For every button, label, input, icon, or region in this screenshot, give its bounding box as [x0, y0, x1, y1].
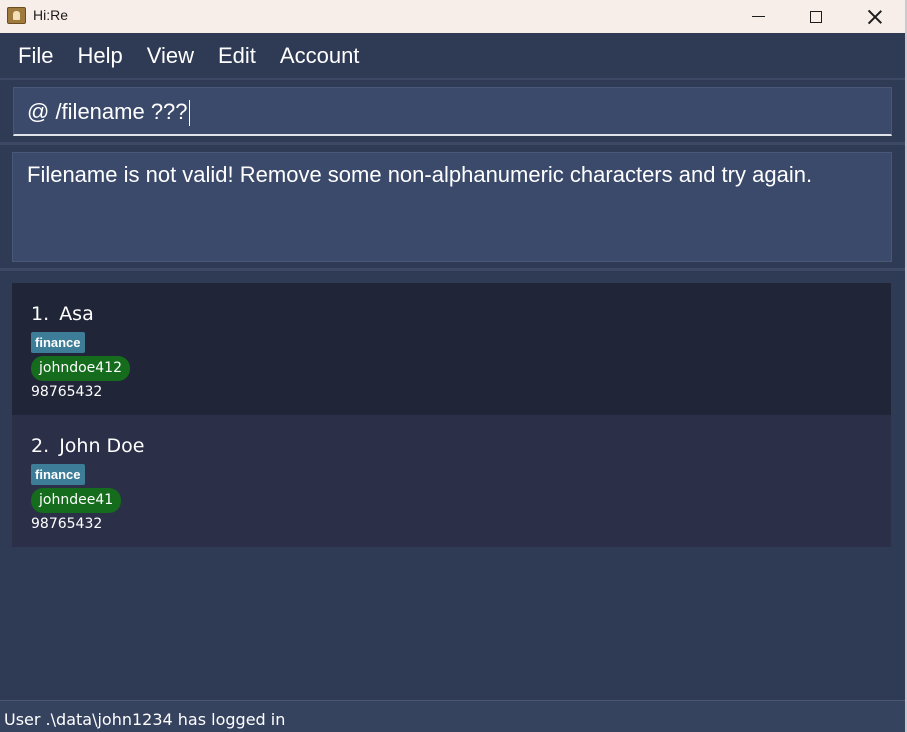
status-bar: User .\data\john1234 has logged in	[0, 701, 905, 732]
person-name-row: 1. Asa	[31, 300, 872, 328]
person-phone: 98765432	[31, 516, 103, 532]
app-icon	[7, 7, 26, 24]
result-divider	[0, 268, 905, 271]
command-divider	[0, 142, 905, 145]
username-badge: johndee41	[31, 488, 122, 513]
minimize-button[interactable]	[729, 0, 787, 33]
close-icon	[868, 10, 882, 24]
tag-badge: finance	[31, 464, 85, 485]
menu-account[interactable]: Account	[268, 34, 372, 78]
menu-edit[interactable]: Edit	[206, 34, 268, 78]
username-badge: johndoe412	[31, 356, 130, 381]
person-phone: 98765432	[31, 384, 103, 400]
person-card[interactable]: 1. Asa finance johndoe412 98765432	[12, 283, 891, 415]
person-index: 1.	[31, 303, 50, 325]
person-index: 2.	[31, 435, 50, 457]
result-display[interactable]: Filename is not valid! Remove some non-a…	[12, 152, 892, 262]
command-panel: @ /filename ???	[0, 80, 905, 142]
menu-view[interactable]: View	[135, 34, 206, 78]
person-list[interactable]: 1. Asa finance johndoe412 98765432 2. Jo…	[12, 283, 891, 547]
menu-file[interactable]: File	[6, 34, 65, 78]
minimize-icon	[751, 15, 765, 18]
title-bar[interactable]: Hi:Re	[0, 0, 905, 33]
person-name: Asa	[59, 303, 94, 325]
window-title: Hi:Re	[33, 7, 69, 23]
maximize-icon	[810, 10, 822, 23]
command-text: @ /filename ???	[27, 99, 188, 124]
menu-help[interactable]: Help	[65, 34, 134, 78]
command-input[interactable]: @ /filename ???	[13, 87, 892, 136]
tag-badge: finance	[31, 332, 85, 353]
person-name: John Doe	[59, 435, 145, 457]
close-button[interactable]	[846, 0, 904, 33]
text-caret	[188, 100, 190, 127]
menu-bar: File Help View Edit Account	[0, 34, 905, 78]
maximize-button[interactable]	[787, 0, 845, 33]
app-window: Hi:Re File Help View Edit Account @ /fil…	[0, 0, 907, 732]
person-card[interactable]: 2. John Doe finance johndee41 98765432	[12, 415, 891, 547]
person-name-row: 2. John Doe	[31, 432, 872, 460]
